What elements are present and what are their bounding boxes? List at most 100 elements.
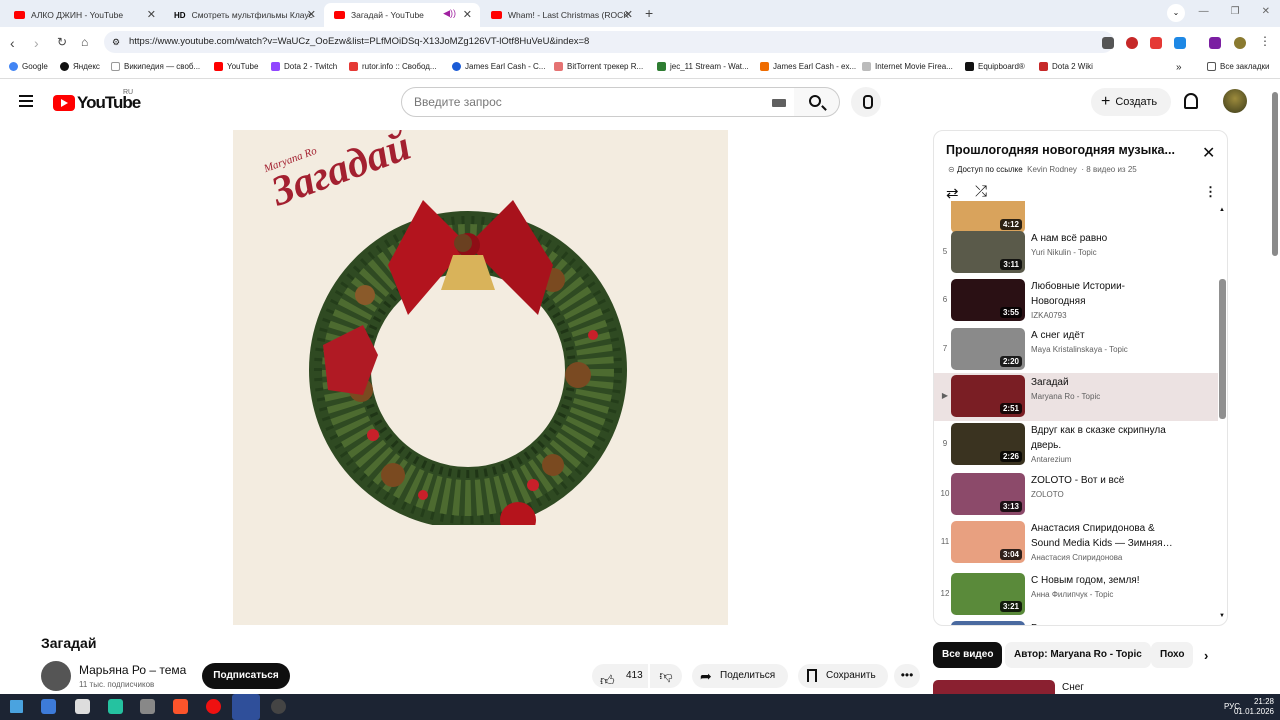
playlist-item-thumbnail[interactable]: 3:21: [951, 573, 1025, 615]
playlist-item-title[interactable]: Белые снежинки кружатся с: [1031, 621, 1181, 625]
playlist-item-title[interactable]: С Новым годом, земля!: [1031, 573, 1181, 588]
app-icon[interactable]: [140, 699, 155, 714]
bookmark[interactable]: Dota 2 - Twitch: [271, 62, 337, 71]
new-tab-button[interactable]: +: [645, 5, 653, 21]
bookmark[interactable]: YouTube: [214, 62, 258, 71]
create-button[interactable]: + Создать: [1091, 88, 1171, 116]
playlist-item-thumbnail[interactable]: 3:04: [951, 521, 1025, 563]
page-scrollbar[interactable]: [1270, 80, 1280, 694]
chip-similar[interactable]: Похо: [1151, 642, 1194, 668]
playlist-item-title[interactable]: А нам всё равно: [1031, 231, 1181, 246]
bookmark[interactable]: James Earl Cash - C...: [452, 62, 545, 71]
like-button[interactable]: 👍︎ 413: [592, 664, 648, 688]
playlist-item-title[interactable]: Загадай: [1031, 375, 1181, 390]
tiktok-icon[interactable]: [108, 699, 123, 714]
close-tab-icon[interactable]: ✕: [147, 8, 156, 21]
playlist-item-thumbnail[interactable]: 2:51: [951, 375, 1025, 417]
hamburger-menu-icon[interactable]: [19, 95, 33, 107]
scroll-down-icon[interactable]: ▼: [1219, 613, 1225, 619]
playlist-item-title[interactable]: А снег идёт: [1031, 328, 1181, 343]
site-info-icon[interactable]: ⚙: [112, 31, 120, 53]
recommendation-title[interactable]: Снег: [1062, 682, 1084, 693]
extension-icon[interactable]: [1126, 37, 1138, 49]
playlist-more-icon[interactable]: ⋮: [1204, 184, 1217, 200]
recommendation-thumbnail[interactable]: [933, 680, 1055, 694]
bookmark[interactable]: rutor.info :: Свобод...: [349, 62, 437, 71]
search-button[interactable]: [794, 87, 840, 117]
playlist-item[interactable]: 10 3:13 ZOLOTO - Вот и всё ZOLOTO: [934, 471, 1218, 519]
taskbar-clock[interactable]: 21:28 01.01.2026: [1234, 697, 1274, 717]
home-icon[interactable]: ⌂: [81, 35, 88, 49]
notifications-bell-icon[interactable]: [1184, 93, 1198, 109]
playlist-item[interactable]: Белые снежинки кружатся с: [934, 619, 1218, 625]
playlist-item[interactable]: 7 2:20 А снег идёт Maya Kristalinskaya - To…: [934, 326, 1218, 374]
scrollbar-thumb[interactable]: [1219, 279, 1226, 419]
playlist-item[interactable]: 6 3:55 Любовные Истории- Новогодняя IZKA079…: [934, 277, 1218, 325]
close-window-icon[interactable]: ✕: [1262, 6, 1270, 17]
brave-icon[interactable]: [173, 699, 188, 714]
windows-start-icon[interactable]: [10, 700, 23, 713]
url-field[interactable]: ⚙ https://www.youtube.com/watch?v=WaUCz_…: [104, 31, 1114, 53]
playlist-item-thumbnail[interactable]: 3:55: [951, 279, 1025, 321]
channel-name[interactable]: Марьяна Ро – тема: [79, 663, 186, 677]
loop-icon[interactable]: ⇄: [946, 184, 959, 202]
playlist-item-title[interactable]: Вдруг как в сказке скрипнула дверь.: [1031, 423, 1181, 453]
playlist-owner[interactable]: Kevin Rodney: [1027, 165, 1077, 174]
channel-avatar[interactable]: [41, 661, 71, 691]
chip-all-videos[interactable]: Все видео: [933, 642, 1003, 668]
reload-icon[interactable]: ↻: [57, 35, 67, 49]
voice-search-button[interactable]: [851, 87, 881, 117]
scrollbar-thumb[interactable]: [1272, 92, 1278, 256]
forward-icon[interactable]: ›: [34, 35, 39, 51]
playlist-item-title[interactable]: ZOLOTO - Вот и всё: [1031, 473, 1181, 488]
browser-tab[interactable]: HD Смотреть мультфильмы Клаус ✕: [164, 3, 324, 27]
steam-icon[interactable]: [271, 699, 286, 714]
close-playlist-icon[interactable]: ✕: [1202, 143, 1215, 163]
playlist-item-title[interactable]: Анастасия Спиридонова & Sound Media Kids…: [1031, 521, 1181, 551]
playlist-item[interactable]: 9 2:26 Вдруг как в сказке скрипнула дверь.…: [934, 421, 1218, 469]
playlist-item[interactable]: 12 3:21 С Новым годом, земля! Анна Филипчук…: [934, 571, 1218, 619]
playlist-item-thumbnail[interactable]: 3:13: [951, 473, 1025, 515]
playlist-item-thumbnail[interactable]: 2:26: [951, 423, 1025, 465]
playlist-item[interactable]: 5 3:11 А нам всё равно Yuri Nikulin - Topic: [934, 229, 1218, 277]
playlist-item-thumbnail[interactable]: 3:11: [951, 231, 1025, 273]
bookmark[interactable]: Equipboard®: [965, 62, 1025, 71]
close-tab-icon[interactable]: ✕: [307, 8, 316, 21]
browser-menu-icon[interactable]: ⋮: [1259, 34, 1271, 48]
restore-icon[interactable]: ❐: [1231, 6, 1240, 17]
shuffle-icon[interactable]: ⤮: [975, 183, 987, 200]
more-bookmarks-icon[interactable]: »: [1176, 62, 1182, 73]
bookmark[interactable]: Google: [9, 62, 48, 71]
profile-avatar[interactable]: [1234, 37, 1246, 49]
playlist-item-thumbnail[interactable]: 2:20: [951, 328, 1025, 370]
all-bookmarks-folder[interactable]: Все закладки: [1207, 62, 1269, 71]
dislike-button[interactable]: 👎︎: [650, 664, 682, 688]
browser-tab[interactable]: Wham! - Last Christmas (ROCK ✕: [481, 3, 641, 27]
close-tab-icon[interactable]: ✕: [624, 8, 633, 21]
bookmark[interactable]: James Earl Cash - ex...: [760, 62, 856, 71]
tab-search-icon[interactable]: ⌄: [1167, 4, 1185, 22]
playlist-item[interactable]: 11 3:04 Анастасия Спиридонова & Sound Medi…: [934, 519, 1218, 567]
bookmark[interactable]: Википедия — своб...: [111, 62, 200, 71]
audio-playing-icon[interactable]: ◀)): [443, 8, 456, 19]
close-tab-icon[interactable]: ✕: [463, 8, 472, 21]
bookmark[interactable]: BitTorrent трекер R...: [554, 62, 643, 71]
playlist-item-title[interactable]: Любовные Истории- Новогодняя: [1031, 279, 1181, 309]
extensions-puzzle-icon[interactable]: [1174, 37, 1186, 49]
extension-icon[interactable]: [1102, 37, 1114, 49]
subscribe-button[interactable]: Подписаться: [202, 663, 290, 689]
bookmark[interactable]: jec_11 Stream - Wat...: [657, 62, 749, 71]
reading-list-icon[interactable]: [1209, 37, 1221, 49]
minimize-icon[interactable]: —: [1199, 6, 1209, 17]
explorer-icon[interactable]: [75, 699, 90, 714]
chip-author[interactable]: Автор: Maryana Ro - Topic: [1005, 642, 1151, 668]
save-button[interactable]: Сохранить: [798, 664, 888, 688]
vivaldi-icon[interactable]: [206, 699, 221, 714]
bookmark[interactable]: Яндекс: [60, 62, 100, 71]
browser-tab-active[interactable]: Загадай - YouTube ◀)) ✕: [324, 3, 480, 27]
extension-icon[interactable]: [1150, 37, 1162, 49]
back-icon[interactable]: ‹: [10, 35, 15, 51]
search-input[interactable]: Введите запрос: [401, 87, 795, 117]
youtube-logo[interactable]: YouTube RU: [53, 89, 141, 113]
playlist-item-thumbnail[interactable]: [951, 621, 1025, 625]
